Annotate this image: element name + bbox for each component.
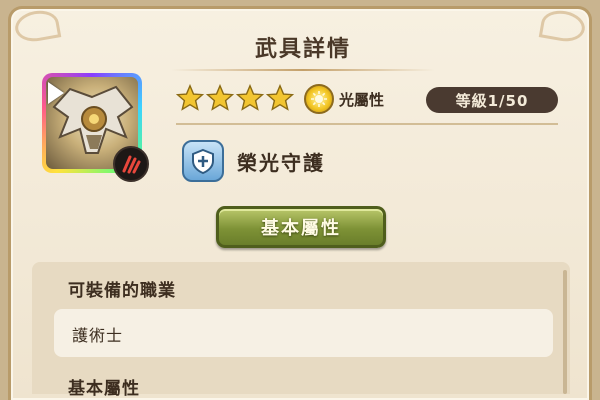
shield-skill-icon[interactable] — [182, 140, 224, 182]
details-scrollbar[interactable] — [563, 270, 567, 394]
basic-attributes-title: 基本屬性 — [68, 379, 140, 399]
claw-mark-icon — [113, 146, 149, 182]
star-icon — [176, 84, 204, 111]
equippable-class-label: 護術士 — [72, 326, 124, 345]
level-badge: 等級1/50 — [426, 87, 558, 113]
list-item — [54, 309, 553, 357]
star-icon — [266, 84, 294, 111]
star-icon — [236, 84, 264, 111]
basic-attributes-button[interactable]: 基本屬性 — [216, 206, 386, 248]
info-divider — [176, 123, 558, 125]
play-arrow-icon — [48, 82, 64, 104]
rarity-stars — [176, 84, 294, 112]
element-label: 光屬性 — [339, 91, 385, 109]
title-divider — [171, 69, 435, 71]
skill-name: 榮光守護 — [237, 151, 325, 175]
page-title: 武具詳情 — [254, 37, 351, 62]
light-element-icon — [304, 84, 334, 114]
star-icon — [206, 84, 234, 111]
equippable-classes-title: 可裝備的職業 — [68, 281, 176, 301]
